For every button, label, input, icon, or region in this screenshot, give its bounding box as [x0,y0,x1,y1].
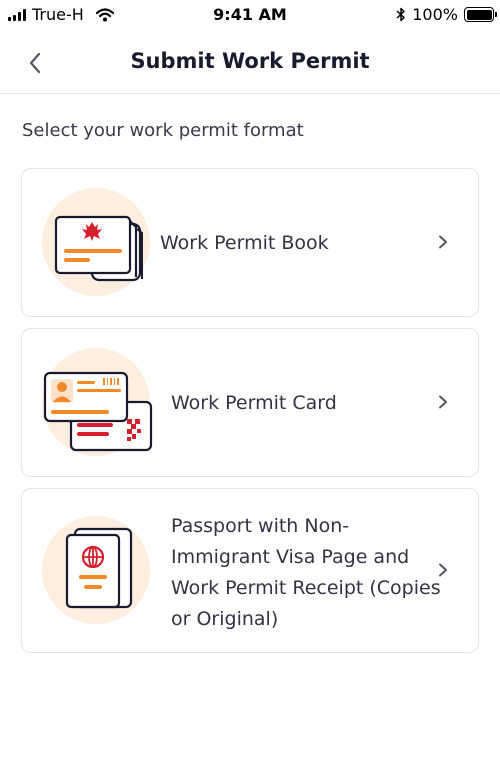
passport-icon [65,527,133,609]
work-permit-book-icon [54,215,143,282]
chevron-right-icon [439,395,447,409]
status-bar-right: 100% [396,5,497,24]
battery-percentage: 100% [412,5,458,24]
option-label: Passport with Non-Immigrant Visa Page an… [171,515,441,630]
status-bar: True-H 9:41 AM 100% [0,0,500,30]
page-title: Submit Work Permit [130,49,370,73]
option-work-permit-book[interactable]: Work Permit Book [21,168,479,317]
option-label: Work Permit Book [160,232,329,254]
chevron-right-icon [439,563,447,577]
option-work-permit-card[interactable]: Work Permit Card [21,328,479,477]
option-passport[interactable]: Passport with Non-Immigrant Visa Page an… [21,488,479,653]
option-label: Work Permit Card [171,392,337,414]
work-permit-card-icon [43,371,153,452]
chevron-right-icon [439,235,447,249]
battery-icon [464,7,497,22]
illustration-background [42,348,153,456]
illustration-background [42,188,150,296]
illustration-background [42,516,150,624]
section-label: Select your work permit format [22,120,304,141]
navigation-header: Submit Work Permit [0,30,500,94]
bluetooth-icon [396,7,405,22]
